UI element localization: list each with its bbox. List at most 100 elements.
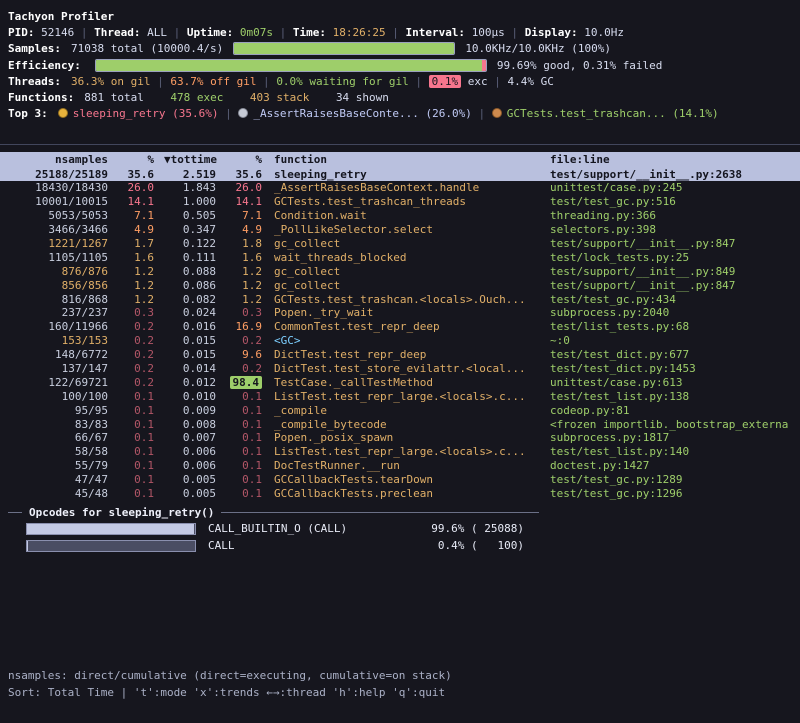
table-row[interactable]: 3466/34664.90.3474.9_PollLikeSelector.se… xyxy=(0,223,800,237)
table-row[interactable]: 83/830.10.0080.1_compile_bytecode<frozen… xyxy=(0,417,800,431)
file-line-cell: threading.py:366 xyxy=(550,209,800,222)
header-nsamples[interactable]: nsamples xyxy=(6,153,118,166)
nsamples-cell: 45/48 xyxy=(6,487,118,500)
functions-label: Functions: xyxy=(8,91,74,104)
file-line-cell: unittest/case.py:245 xyxy=(550,181,800,194)
file-line-cell: codeop.py:81 xyxy=(550,404,800,417)
header-tottime-sorted[interactable]: ▼tottime xyxy=(164,153,226,166)
thread-stat: 63.7% off gil xyxy=(170,75,256,88)
tottime-cell: 1.843 xyxy=(164,181,226,194)
table-row[interactable]: 160/119660.20.01616.9CommonTest.test_rep… xyxy=(0,320,800,334)
function-stat: 34 shown xyxy=(336,91,389,104)
pct-direct-cell: 7.1 xyxy=(118,209,164,222)
pct-direct-cell: 0.3 xyxy=(118,306,164,319)
file-line-cell: test/test_gc.py:1289 xyxy=(550,473,800,486)
pct-direct-cell: 0.2 xyxy=(118,334,164,347)
table-row[interactable]: 876/8761.20.0881.2gc_collecttest/support… xyxy=(0,264,800,278)
header-pct-direct[interactable]: % xyxy=(118,153,164,166)
pct-direct-cell: 0.1 xyxy=(118,431,164,444)
table-row[interactable]: 237/2370.30.0240.3Popen._try_waitsubproc… xyxy=(0,306,800,320)
tottime-cell: 0.005 xyxy=(164,473,226,486)
separator: | xyxy=(488,75,508,88)
table-row[interactable]: 122/697210.20.01298.4TestCase._callTestM… xyxy=(0,375,800,389)
table-row[interactable]: 137/1470.20.0140.2DictTest.test_store_ev… xyxy=(0,362,800,376)
function-cell: DictTest.test_repr_deep xyxy=(272,348,550,361)
table-row[interactable]: 45/480.10.0050.1GCCallbackTests.preclean… xyxy=(0,487,800,501)
tottime-cell: 0.005 xyxy=(164,487,226,500)
pct-cumulative-cell: 0.1 xyxy=(226,390,272,403)
table-row[interactable]: 10001/1001514.11.00014.1GCTests.test_tra… xyxy=(0,195,800,209)
nsamples-cell: 25188/25189 xyxy=(6,168,118,181)
table-row[interactable]: 148/67720.20.0159.6DictTest.test_repr_de… xyxy=(0,348,800,362)
table-row[interactable]: 18430/1843026.01.84326.0_AssertRaisesBas… xyxy=(0,181,800,195)
function-cell: gc_collect xyxy=(272,237,550,250)
table-row[interactable]: 100/1000.10.0100.1ListTest.test_repr_lar… xyxy=(0,389,800,403)
table-row[interactable]: 5053/50537.10.5057.1Condition.waitthread… xyxy=(0,209,800,223)
tottime-cell: 0.122 xyxy=(164,237,226,250)
spacer xyxy=(0,122,800,144)
tottime-cell: 1.000 xyxy=(164,195,226,208)
table-row[interactable]: 25188/2518935.62.51935.6sleeping_retryte… xyxy=(0,167,800,181)
status-line: PID: 52146 | Thread: ALL | Uptime: 0m07s… xyxy=(0,24,800,40)
function-cell: sleeping_retry xyxy=(272,168,550,181)
tottime-cell: 0.082 xyxy=(164,293,226,306)
nsamples-cell: 3466/3466 xyxy=(6,223,118,236)
table-row[interactable]: 153/1530.20.0150.2<GC>~:0 xyxy=(0,334,800,348)
function-cell: TestCase._callTestMethod xyxy=(272,376,550,389)
nsamples-cell: 5053/5053 xyxy=(6,209,118,222)
header-function[interactable]: function xyxy=(272,153,550,166)
tottime-cell: 0.009 xyxy=(164,404,226,417)
opcode-name: CALL xyxy=(208,539,416,552)
table-row[interactable]: 95/950.10.0090.1_compilecodeop.py:81 xyxy=(0,403,800,417)
file-line-cell: test/support/__init__.py:847 xyxy=(550,279,800,292)
pct-direct-cell: 1.6 xyxy=(118,251,164,264)
file-line-cell: subprocess.py:1817 xyxy=(550,431,800,444)
status-pid: PID: 52146 xyxy=(8,26,74,39)
separator: | xyxy=(218,107,238,120)
table-row[interactable]: 856/8561.20.0861.2gc_collecttest/support… xyxy=(0,278,800,292)
table-row[interactable]: 47/470.10.0050.1GCCallbackTests.tearDown… xyxy=(0,473,800,487)
function-cell: DocTestRunner.__run xyxy=(272,459,550,472)
table-row[interactable]: 55/790.10.0060.1DocTestRunner.__rundocte… xyxy=(0,459,800,473)
tottime-cell: 0.008 xyxy=(164,418,226,431)
top3-label: Top 3: xyxy=(8,107,48,120)
function-cell: GCCallbackTests.tearDown xyxy=(272,473,550,486)
table-row[interactable]: 58/580.10.0060.1ListTest.test_repr_large… xyxy=(0,445,800,459)
table-separator xyxy=(0,144,800,145)
pct-direct-cell: 35.6 xyxy=(118,168,164,181)
efficiency-line: Efficiency: 99.69% good, 0.31% failed xyxy=(0,57,800,73)
pct-cumulative-cell: 0.2 xyxy=(226,362,272,375)
nsamples-cell: 237/237 xyxy=(6,306,118,319)
footer-keybindings: Sort: Total Time | 't':mode 'x':trends ←… xyxy=(8,684,800,701)
nsamples-cell: 95/95 xyxy=(6,404,118,417)
table-row[interactable]: 1105/11051.60.1111.6wait_threads_blocked… xyxy=(0,250,800,264)
separator: | xyxy=(74,26,94,39)
pct-direct-cell: 0.2 xyxy=(118,362,164,375)
file-line-cell: test/test_gc.py:434 xyxy=(550,293,800,306)
header-file-line[interactable]: file:line xyxy=(550,153,800,166)
nsamples-cell: 83/83 xyxy=(6,418,118,431)
header-pct-cumulative[interactable]: % xyxy=(226,153,272,166)
nsamples-cell: 55/79 xyxy=(6,459,118,472)
table-row[interactable]: 1221/12671.70.1221.8gc_collecttest/suppo… xyxy=(0,237,800,251)
threads-label: Threads: xyxy=(8,75,61,88)
file-line-cell: ~:0 xyxy=(550,334,800,347)
function-cell: wait_threads_blocked xyxy=(272,251,550,264)
file-line-cell: doctest.py:1427 xyxy=(550,459,800,472)
file-line-cell: test/test_gc.py:516 xyxy=(550,195,800,208)
status-time: Time: 18:26:25 xyxy=(293,26,386,39)
pct-direct-cell: 1.2 xyxy=(118,293,164,306)
table-row[interactable]: 816/8681.20.0821.2GCTests.test_trashcan.… xyxy=(0,292,800,306)
separator-dash-icon xyxy=(221,512,539,513)
pct-cumulative-cell: 1.2 xyxy=(226,293,272,306)
footer: nsamples: direct/cumulative (direct=exec… xyxy=(0,667,800,723)
tottime-cell: 0.012 xyxy=(164,376,226,389)
opcode-name: CALL_BUILTIN_O (CALL) xyxy=(208,522,416,535)
pct-cumulative-cell: 98.4 xyxy=(226,376,272,389)
table-row[interactable]: 66/670.10.0070.1Popen._posix_spawnsubpro… xyxy=(0,431,800,445)
function-cell: gc_collect xyxy=(272,265,550,278)
tottime-cell: 0.024 xyxy=(164,306,226,319)
file-line-cell: test/support/__init__.py:2638 xyxy=(550,168,800,181)
nsamples-cell: 876/876 xyxy=(6,265,118,278)
gold-medal-icon xyxy=(58,108,68,118)
